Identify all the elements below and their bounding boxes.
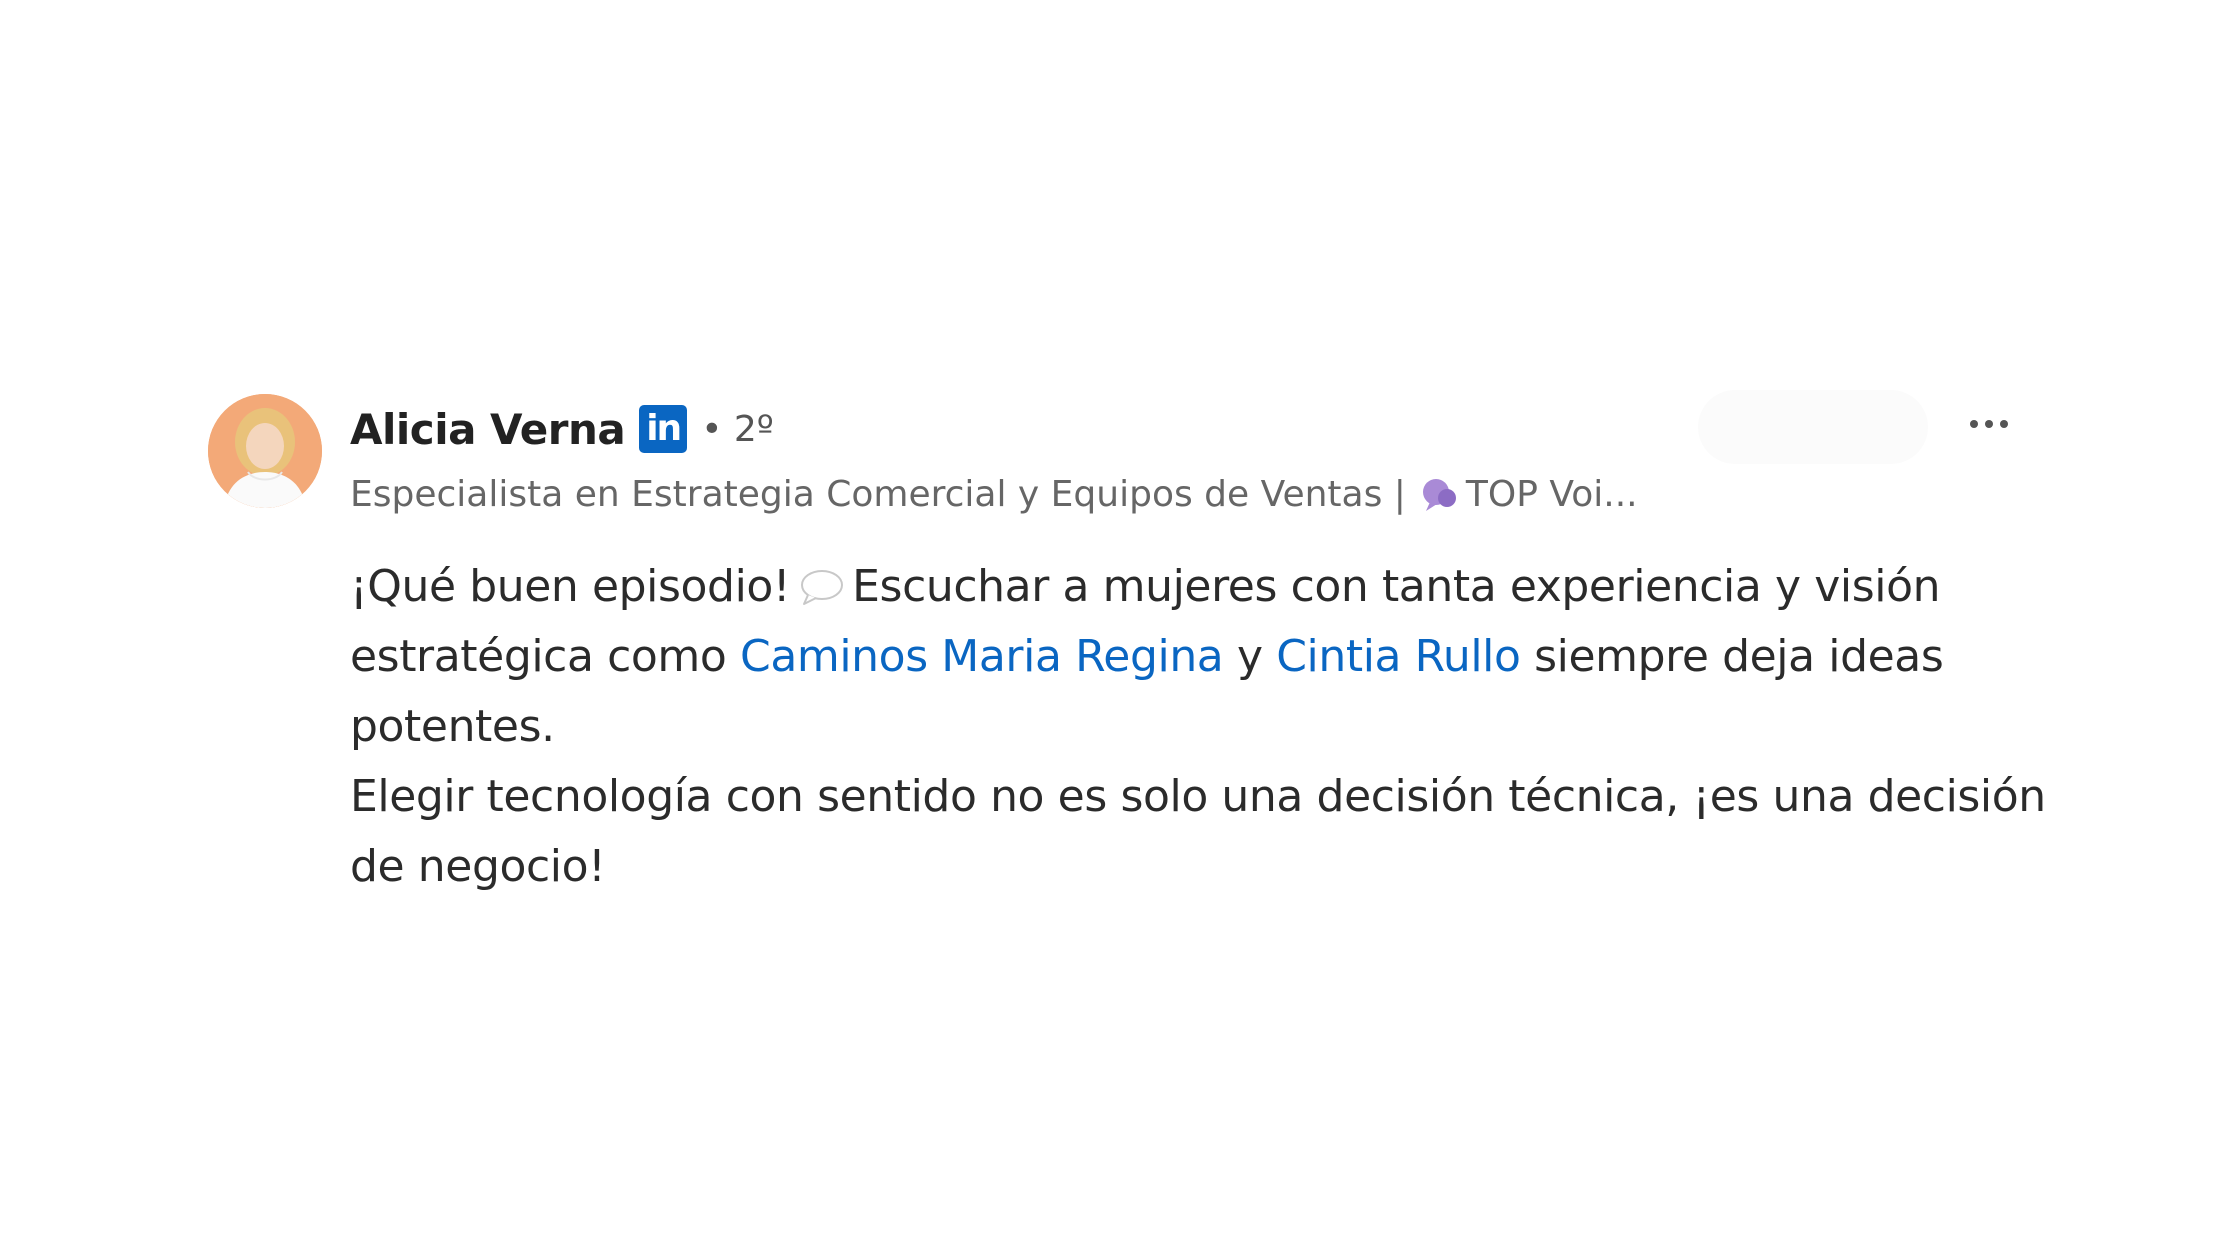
comment-paragraph-1: ¡Qué buen episodio! Escuchar a mujeres co… bbox=[350, 552, 2050, 762]
author-headline: Especialista en Estrategia Comercial y E… bbox=[350, 464, 1750, 524]
comment-paragraph-2: Elegir tecnología con sentido no es solo… bbox=[350, 771, 2046, 892]
author-name[interactable]: Alicia Verna bbox=[350, 405, 626, 454]
top-voice-icon bbox=[1420, 474, 1460, 514]
more-options-icon[interactable] bbox=[1954, 404, 2024, 444]
headline-text: Especialista en Estrategia Comercial y E… bbox=[350, 473, 1406, 515]
more-dot bbox=[2000, 420, 2008, 428]
speech-bubble-icon bbox=[796, 558, 846, 605]
mention-link[interactable]: Caminos Maria Regina bbox=[740, 631, 1224, 682]
comment: Alicia Verna in • 2º Especialista en Est… bbox=[208, 390, 2050, 914]
more-dot bbox=[1970, 420, 1978, 428]
comment-text: y bbox=[1236, 631, 1263, 682]
headline-suffix: TOP Voi... bbox=[1465, 473, 1638, 515]
comment-header: Alicia Verna in • 2º Especialista en Est… bbox=[350, 394, 1750, 524]
connection-degree: • 2º bbox=[701, 408, 774, 450]
mention-link[interactable]: Cintia Rullo bbox=[1276, 631, 1521, 682]
more-dot bbox=[1985, 420, 1993, 428]
comment-text: ¡Qué buen episodio! bbox=[350, 561, 791, 612]
avatar[interactable] bbox=[208, 394, 322, 508]
linkedin-icon: in bbox=[639, 405, 688, 453]
comment-body: ¡Qué buen episodio! Escuchar a mujeres co… bbox=[350, 552, 2050, 902]
name-row: Alicia Verna in • 2º bbox=[350, 394, 1750, 464]
